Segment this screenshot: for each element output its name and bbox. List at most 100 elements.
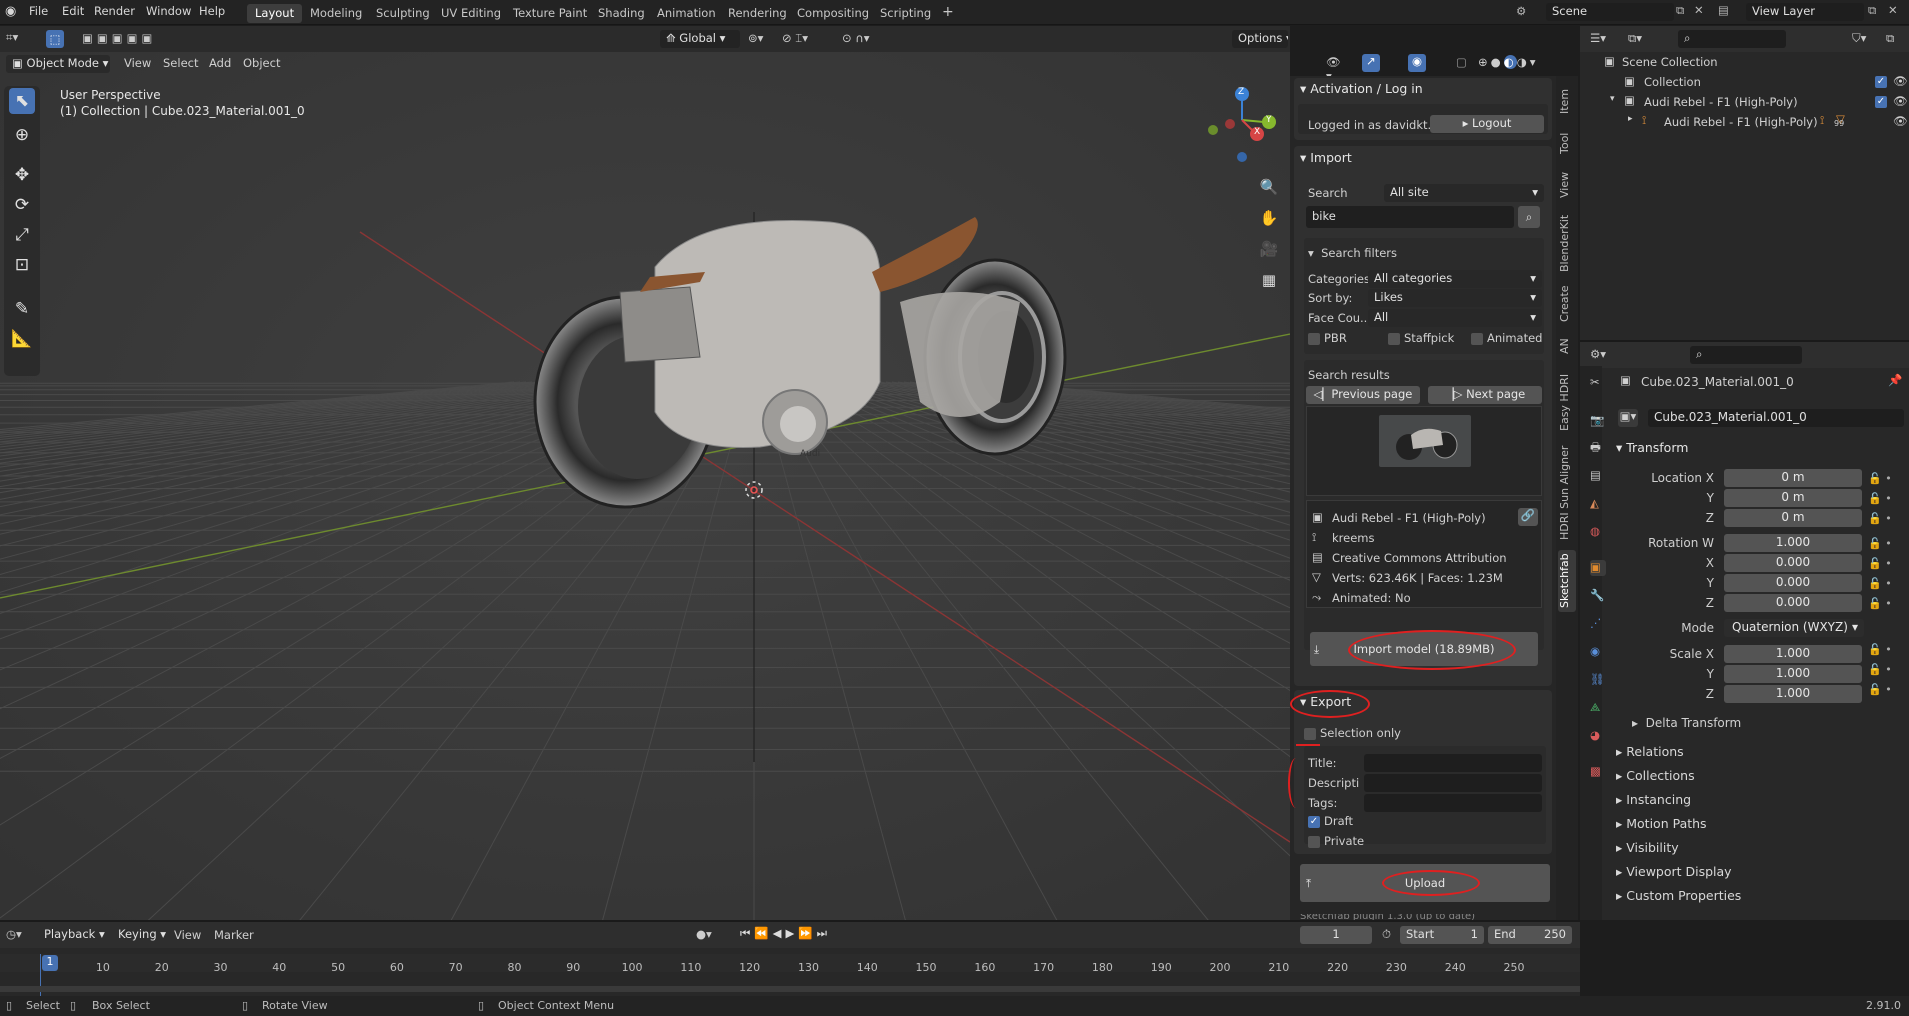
view-layer-props-icon[interactable]: ▤ [1590,468,1606,484]
relations-section[interactable]: ▸ Relations [1616,740,1741,764]
collection-label[interactable]: Collection [1644,75,1701,89]
delete-view-layer-icon[interactable]: ✕ [1888,3,1898,17]
select-box-tool-icon[interactable]: ⬉ [9,88,35,114]
next-page-button[interactable]: ▕▷ Next page [1428,386,1542,404]
properties-search-input[interactable]: ⌕ [1690,346,1802,364]
pan-hand-icon[interactable]: ✋ [1258,203,1280,234]
record-icon[interactable]: ●▾ [696,927,712,941]
scale-tool-icon[interactable]: ⤢ [9,222,35,248]
logout-button[interactable]: ▸ Logout [1430,115,1544,133]
tab-scripting[interactable]: Scripting [872,4,939,23]
lock-icon[interactable]: 🔓 • [1868,680,1908,700]
xray-icon[interactable]: ▢ [1456,55,1467,69]
start-frame-field[interactable]: Start 1 [1400,926,1484,944]
transform-tool-icon[interactable]: ⊡ [9,252,35,278]
rotate-tool-icon[interactable]: ⟳ [9,192,35,218]
texture-props-icon[interactable]: ▩ [1590,764,1606,780]
tab-sketchfab[interactable]: Sketchfab [1558,550,1576,612]
expand-arrow-icon[interactable]: ▾ [1610,94,1615,104]
3d-viewport[interactable]: Audi [0,52,1290,920]
tab-rendering[interactable]: Rendering [720,4,795,23]
navigation-gizmo[interactable]: Z Y X [1200,84,1290,164]
pbr-checkbox[interactable] [1308,333,1320,345]
staffpick-checkbox[interactable] [1388,333,1400,345]
outliner-item-object[interactable]: Audi Rebel - F1 (High-Poly) [1664,115,1818,129]
instancing-section[interactable]: ▸ Instancing [1616,788,1741,812]
outliner-search-input[interactable]: ⌕ [1678,30,1786,48]
tab-modeling[interactable]: Modeling [302,4,370,23]
tab-item[interactable]: Item [1558,84,1576,118]
new-view-layer-icon[interactable]: ⧉ [1868,3,1876,18]
options-dropdown[interactable]: Options ▾ [1232,30,1288,48]
preview-range-icon[interactable]: ⏱ [1382,927,1391,942]
keying-menu[interactable]: Keying ▾ [112,926,168,944]
tab-sculpting[interactable]: Sculpting [368,4,438,23]
shading-mode-icons[interactable]: ⊕●◐◑▾ [1478,55,1539,69]
collection-exclude-checkbox[interactable]: ✓ [1875,76,1887,88]
proportional-edit-icon[interactable]: ⊙ ∩▾ [842,31,869,45]
sortby-dropdown[interactable]: Likes ▾ [1368,289,1542,307]
item-exclude-checkbox[interactable]: ✓ [1875,96,1887,108]
filter-icon[interactable]: ⛉▾ [1852,31,1866,46]
material-props-icon[interactable]: ◕ [1590,728,1606,744]
scene-icon[interactable]: ⚙ [1516,4,1526,18]
viewport-display-section[interactable]: ▸ Viewport Display [1616,860,1741,884]
lock-icon[interactable]: 🔓 • [1868,594,1908,614]
world-props-icon[interactable]: ◍ [1590,524,1606,540]
new-scene-icon[interactable]: ⧉ [1676,3,1684,18]
physics-props-icon[interactable]: ◉ [1590,644,1606,660]
draft-checkbox[interactable]: ✓ [1308,816,1320,828]
animated-checkbox[interactable] [1471,333,1483,345]
transform-header[interactable]: ▾ Transform [1616,440,1688,455]
scale-x-field[interactable]: 1.000 [1724,645,1862,663]
tab-texture-paint[interactable]: Texture Paint [505,4,595,23]
blender-logo-icon[interactable]: ◉ [5,4,16,19]
lock-icon[interactable]: 🔓 • [1868,640,1908,660]
search-button[interactable]: ⌕ [1518,206,1540,228]
timeline-editor-icon[interactable]: ◷▾ [6,927,22,941]
transform-orientation[interactable]: ⟰ Global ▾ [660,30,740,48]
add-workspace-button[interactable]: + [934,2,962,21]
facecount-dropdown[interactable]: All ▾ [1368,309,1542,327]
lock-icon[interactable]: 🔓 • [1868,574,1908,594]
modifier-props-icon[interactable]: 🔧 [1590,588,1606,604]
tab-shading[interactable]: Shading [590,4,653,23]
outliner-editor-icon[interactable]: ☰▾ [1590,31,1606,45]
tab-blenderkit[interactable]: BlenderKit [1558,212,1576,274]
result-thumbnail[interactable] [1379,415,1471,467]
view-layer-selector[interactable]: View Layer [1746,3,1864,21]
private-checkbox[interactable] [1308,836,1320,848]
zoom-icon[interactable]: 🔍 [1258,172,1280,203]
tab-easy-hdri[interactable]: Easy HDRI [1558,368,1576,436]
playback-controls[interactable]: ⏮⏪◀▶⏩⏭ [740,926,831,941]
vp-menu-view[interactable]: View [124,56,151,70]
gizmo-toggle-icon[interactable]: ↗ [1362,54,1380,72]
playback-menu[interactable]: Playback ▾ [38,926,106,944]
title-input[interactable] [1364,754,1542,772]
custom-properties-section[interactable]: ▸ Custom Properties [1616,884,1741,908]
delta-transform-header[interactable]: ▸ Delta Transform [1632,716,1741,730]
snap-icon[interactable]: ⊘ ⌶▾ [782,31,808,46]
previous-page-button[interactable]: ◁▏Previous page [1306,386,1420,404]
object-eye-icon[interactable]: 👁 [1893,114,1908,128]
import-header[interactable]: ▾ Import [1300,150,1352,172]
camera-view-icon[interactable]: 🎥 [1258,234,1280,265]
scale-y-field[interactable]: 1.000 [1724,665,1862,683]
tab-animation[interactable]: Animation [649,4,724,23]
scale-z-field[interactable]: 1.000 [1724,685,1862,703]
location-z-field[interactable]: 0 m [1724,509,1862,527]
measure-tool-icon[interactable]: 📐 [9,326,35,352]
rotation-mode-dropdown[interactable]: Quaternion (WXYZ) ▾ [1724,619,1864,637]
outliner-item-collection[interactable]: Audi Rebel - F1 (High-Poly) [1644,95,1798,109]
menu-help[interactable]: Help [199,4,225,18]
tab-layout[interactable]: Layout [247,4,303,23]
tab-compositing[interactable]: Compositing [789,4,877,23]
rotation-y-field[interactable]: 0.000 [1724,574,1862,592]
scene-collection-label[interactable]: Scene Collection [1622,55,1718,69]
render-props-icon[interactable]: 📷 [1590,413,1606,429]
lock-icon[interactable]: 🔓 • [1868,509,1908,529]
menu-window[interactable]: Window [146,4,191,18]
vp-menu-add[interactable]: Add [209,56,231,70]
output-props-icon[interactable]: 🖶 [1590,440,1606,456]
collapse-arrow-icon[interactable]: ▸ [1628,114,1633,124]
